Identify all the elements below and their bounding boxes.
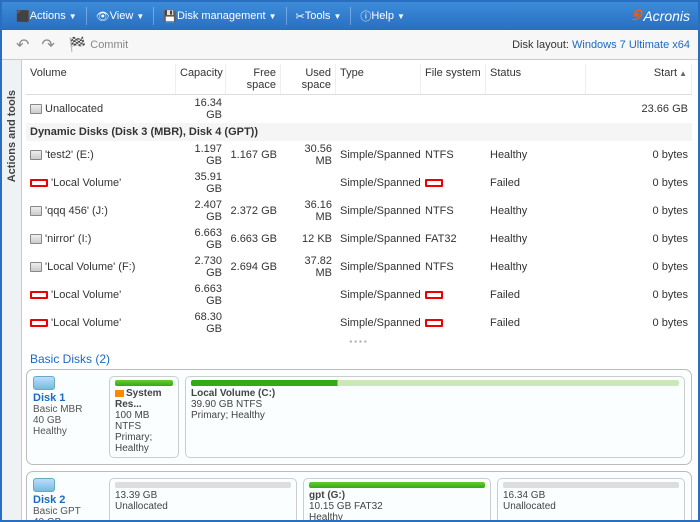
col-usedspace[interactable]: Used space [281,64,336,94]
disk-box-2[interactable]: Disk 2Basic GPT40 GBHealthy 13.39 GBUnal… [26,471,692,520]
partition[interactable]: 16.34 GBUnallocated [497,478,685,520]
disk-icon [33,376,55,390]
table-row[interactable]: 'test2' (E:) 1.197 GB1.167 GB30.56 MB Si… [26,141,692,169]
volume-icon [30,262,42,272]
table-row[interactable]: Unallocated 16.34 GB 23.66 GB [26,95,692,123]
col-capacity[interactable]: Capacity [176,64,226,94]
menu-actions[interactable]: ⬛ Actions▼ [10,2,83,30]
volume-icon [30,206,42,216]
missing-fs-icon [425,179,443,187]
menu-tools[interactable]: ✂ Tools▼ [290,2,348,30]
table-row[interactable]: 'Local Volume' 6.663 GB Simple/Spanned F… [26,281,692,309]
commit-button[interactable]: 🏁Commit [69,36,128,53]
table-row[interactable]: 'Local Volume' 68.30 GB Simple/Spanned F… [26,309,692,337]
col-freespace[interactable]: Free space [226,64,281,94]
table-row[interactable]: 'Local Volume' (F:) 2.730 GB2.694 GB37.8… [26,253,692,281]
section-basic-disks: Basic Disks (2) [30,352,692,366]
menu-diskmgmt[interactable]: 💾 Disk management▼ [157,2,282,30]
group-header-dynamic[interactable]: Dynamic Disks (Disk 3 (MBR), Disk 4 (GPT… [26,123,692,141]
disk-box-1[interactable]: Disk 1Basic MBR40 GBHealthy System Res..… [26,369,692,465]
undo-button[interactable]: ↶ [10,32,35,58]
volume-icon [30,104,42,114]
table-row[interactable]: 'nirror' (I:) 6.663 GB6.663 GB12 KB Simp… [26,225,692,253]
brand-logo: ୭Acronis [632,7,690,25]
partition[interactable]: gpt (G:)10.15 GB FAT32Healthy [303,478,491,520]
volume-icon [30,291,48,299]
disk-layout-link[interactable]: Windows 7 Ultimate x64 [572,39,690,51]
flag-icon [115,390,124,397]
volume-icon [30,179,48,187]
side-tab-actions-tools[interactable]: Actions and tools [2,60,22,520]
menu-view[interactable]: 👁 View▼ [90,2,151,30]
col-status[interactable]: Status [486,64,586,94]
missing-fs-icon [425,291,443,299]
col-type[interactable]: Type [336,64,421,94]
col-start[interactable]: Start▲ [586,64,692,94]
main-panel: Volume Capacity Free space Used space Ty… [22,60,698,520]
volume-icon [30,319,48,327]
menu-help[interactable]: ⓘ Help▼ [354,2,411,30]
col-filesystem[interactable]: File system [421,64,486,94]
partition[interactable]: System Res... 100 MB NTFSPrimary; Health… [109,376,179,458]
volume-icon [30,150,42,160]
partition[interactable]: 13.39 GBUnallocated [109,478,297,520]
volume-table-header: Volume Capacity Free space Used space Ty… [26,64,692,95]
col-volume[interactable]: Volume [26,64,176,94]
missing-fs-icon [425,319,443,327]
redo-button[interactable]: ↷ [35,32,60,58]
menubar: ⬛ Actions▼ 👁 View▼ 💾 Disk management▼ ✂ … [2,2,698,30]
table-row[interactable]: 'qqq 456' (J:) 2.407 GB2.372 GB36.16 MB … [26,197,692,225]
table-row[interactable]: 'Local Volume' 35.91 GB Simple/Spanned F… [26,169,692,197]
disk-layout-label: Disk layout: Windows 7 Ultimate x64 [512,39,690,51]
disk-icon [33,478,55,492]
toolbar: ↶ ↷ 🏁Commit Disk layout: Windows 7 Ultim… [2,30,698,60]
resize-grip-icon[interactable]: ▪▪▪▪ [26,337,692,346]
partition[interactable]: Local Volume (C:)39.90 GB NTFSPrimary; H… [185,376,685,458]
volume-icon [30,234,42,244]
